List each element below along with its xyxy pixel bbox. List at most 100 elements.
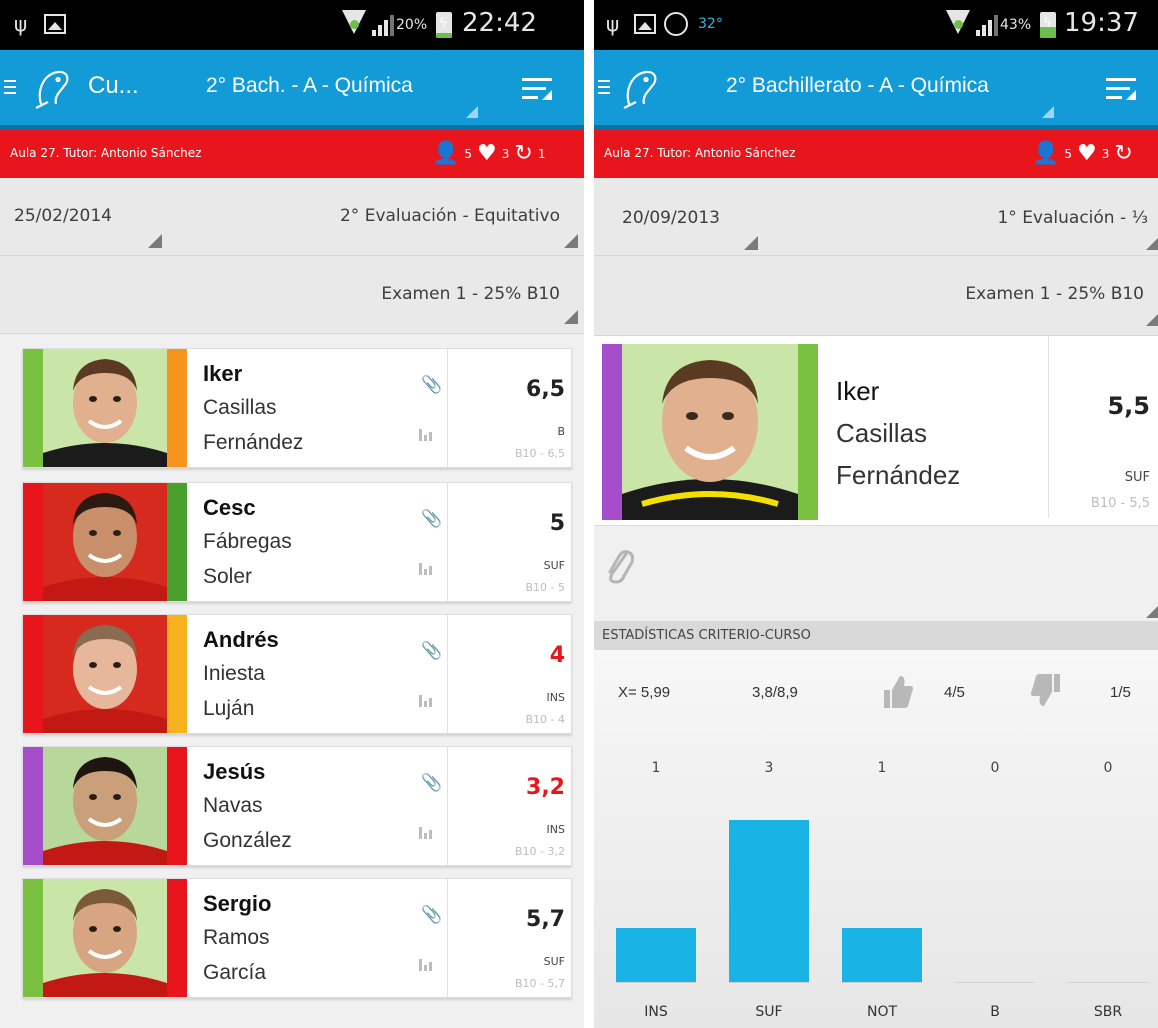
student-count: 5	[464, 147, 473, 161]
bar-count-label: 3	[765, 760, 774, 776]
student-last-name-2: Fernández	[836, 460, 961, 490]
date-spinner[interactable]: 25/02/2014	[14, 206, 112, 226]
thumbs-up-icon	[884, 676, 913, 708]
bar-suf	[729, 820, 809, 982]
group-info-bar: Aula 27. Tutor: Antonio Sánchez 👤 5 ♥ 3 …	[0, 130, 584, 178]
student-card[interactable]: Sergio Ramos García 📎 5,7 SUF B10 - 5,7	[22, 878, 572, 998]
image-notification-icon	[44, 14, 66, 34]
stats-icon[interactable]	[419, 827, 433, 839]
thumbs-down-icon	[1031, 674, 1060, 706]
student-first-name: Jesús	[203, 759, 266, 784]
stats-icon[interactable]	[419, 695, 433, 707]
stats-icon[interactable]	[419, 429, 433, 441]
app-title: Cu...	[88, 72, 139, 99]
clock: 22:42	[462, 8, 537, 38]
status-bar: ψ 32° 43% ϟ 19:37	[594, 0, 1158, 50]
student-photo[interactable]	[43, 615, 167, 733]
sort-icon[interactable]	[522, 76, 556, 104]
action-bar: Cu... 2° Bach. - A - Química	[0, 50, 584, 130]
student-count: 5	[1064, 147, 1073, 161]
exam-row: Examen 1 - 25% B10	[0, 256, 584, 334]
stats-icon[interactable]	[419, 959, 433, 971]
wifi-icon	[946, 10, 970, 36]
repeat-count: 1	[537, 147, 546, 161]
student-last-name-2: Fernández	[203, 431, 304, 454]
grade-box[interactable]: 4 INS B10 - 4	[447, 615, 573, 733]
student-first-name: Cesc	[203, 495, 256, 520]
student-photo[interactable]	[43, 747, 167, 865]
paperclip-icon[interactable]: 📎	[421, 641, 442, 661]
signal-icon	[976, 14, 1000, 36]
date-evaluation-row: 20/09/2013 1° Evaluación - ⅓	[594, 178, 1158, 256]
battery-icon: ϟ	[1040, 12, 1056, 38]
student-photo[interactable]	[43, 879, 167, 997]
date-spinner-arrow-icon	[148, 234, 162, 248]
bird-logo-icon[interactable]	[620, 66, 662, 112]
paperclip-icon[interactable]: 📎	[421, 905, 442, 925]
paperclip-icon[interactable]: 📎	[421, 509, 442, 529]
student-photo-image	[622, 344, 798, 520]
refresh-icon[interactable]: ↻	[1114, 143, 1132, 165]
evaluation-spinner[interactable]: 1° Evaluación - ⅓	[997, 208, 1148, 228]
student-color-tag-right	[167, 879, 187, 997]
group-counters: 👤 5 ♥ 3 ↻ 1	[432, 140, 546, 168]
student-grade-criterion: B10 - 5	[525, 581, 565, 594]
stats-passed: 4/5	[944, 684, 965, 701]
exam-spinner[interactable]: Examen 1 - 25% B10	[965, 284, 1144, 304]
grade-box[interactable]: 3,2 INS B10 - 3,2	[447, 747, 573, 865]
student-first-name: Iker	[836, 376, 880, 406]
student-color-tag-right	[798, 344, 818, 520]
paperclip-icon[interactable]	[604, 546, 636, 586]
grade-box[interactable]: 6,5 B B10 - 6,5	[447, 349, 573, 467]
student-photo[interactable]	[43, 483, 167, 601]
student-grade-level: B	[557, 425, 565, 438]
evaluation-spinner-arrow-icon	[1146, 236, 1158, 250]
student-grade-level: SUF	[543, 559, 565, 572]
student-card[interactable]: Iker Casillas Fernández 📎 6,5 B B10 - 6,5	[22, 348, 572, 468]
bar-count-label: 0	[991, 760, 1000, 776]
course-spinner[interactable]: 2° Bachillerato - A - Química	[726, 74, 989, 98]
student-card[interactable]: Andrés Iniesta Luján 📎 4 INS B10 - 4	[22, 614, 572, 734]
stats-icon[interactable]	[419, 563, 433, 575]
drawer-menu-icon[interactable]	[4, 80, 16, 96]
paperclip-icon[interactable]: 📎	[421, 375, 442, 395]
student-grade[interactable]: 5,5	[1107, 392, 1150, 420]
battery-icon: ϟ	[436, 12, 452, 38]
sort-icon[interactable]	[1106, 76, 1140, 104]
paperclip-icon[interactable]: 📎	[421, 773, 442, 793]
status-bar: ψ 20% ϟ 22:42	[0, 0, 584, 50]
student-photo-image	[43, 747, 167, 865]
student-card[interactable]: Jesús Navas González 📎 3,2 INS B10 - 3,2	[22, 746, 572, 866]
student-last-name-1: Ramos	[203, 926, 270, 949]
student-grade: 4	[549, 643, 565, 668]
student-color-tag-left	[23, 483, 43, 601]
category-label: NOT	[867, 1004, 897, 1020]
student-color-tag-left	[23, 615, 43, 733]
refresh-icon[interactable]: ↻	[514, 143, 532, 165]
student-photo[interactable]	[43, 349, 167, 467]
student-card[interactable]: Cesc Fábregas Soler 📎 5 SUF B10 - 5	[22, 482, 572, 602]
student-grade-criterion: B10 - 5,5	[1090, 496, 1150, 511]
student-grade-criterion: B10 - 5,7	[515, 977, 565, 990]
evaluation-spinner[interactable]: 2° Evaluación - Equitativo	[340, 206, 560, 226]
student-last-name-1: Fábregas	[203, 530, 292, 553]
screen-course-list: ψ 20% ϟ 22:42 Cu... 2° Bach. - A - Quími…	[0, 0, 584, 1028]
student-last-name-1: Navas	[203, 794, 263, 817]
student-photo[interactable]	[622, 344, 798, 520]
student-photo-image	[43, 615, 167, 733]
bird-logo-icon[interactable]	[32, 66, 74, 112]
student-grade-level: INS	[546, 691, 565, 704]
favorite-count: 3	[501, 147, 510, 161]
exam-spinner[interactable]: Examen 1 - 25% B10	[381, 284, 560, 304]
date-spinner[interactable]: 20/09/2013	[622, 208, 720, 228]
attachments-row[interactable]	[594, 526, 1158, 622]
student-photo-image	[43, 879, 167, 997]
grade-box[interactable]: 5,7 SUF B10 - 5,7	[447, 879, 573, 997]
grade-box[interactable]: 5 SUF B10 - 5	[447, 483, 573, 601]
course-spinner[interactable]: 2° Bach. - A - Química	[206, 74, 413, 98]
action-bar: 2° Bachillerato - A - Química	[594, 50, 1158, 130]
student-detail-card: Iker Casillas Fernández 5,5 SUF B10 - 5,…	[594, 336, 1158, 526]
student-grade-criterion: B10 - 3,2	[515, 845, 565, 858]
student-grade-level: INS	[546, 823, 565, 836]
drawer-menu-icon[interactable]	[598, 80, 610, 96]
